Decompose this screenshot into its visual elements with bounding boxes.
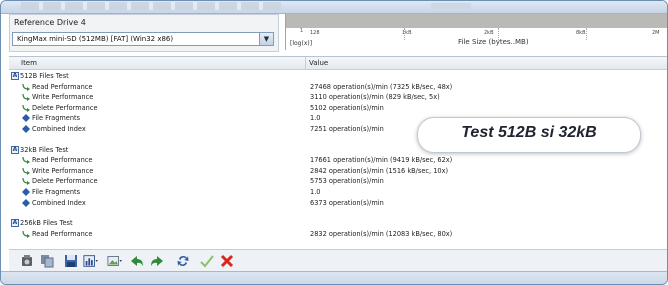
copy-icon[interactable]	[39, 253, 55, 269]
table-row[interactable]: Read Performance 17661 operation(s)/min (…	[9, 155, 667, 166]
row-label: Read Performance	[32, 156, 93, 165]
row-value: 5102 operation(s)/min	[310, 103, 384, 112]
row-label: Read Performance	[32, 229, 93, 238]
group-title: 32kB Files Test	[20, 145, 69, 154]
group-row[interactable]: A 512B Files Test	[9, 71, 667, 82]
scale-tick-label: 2kB	[484, 30, 494, 36]
row-label: Combined Index	[32, 198, 86, 207]
row-value: 1.0	[310, 114, 321, 123]
arrow-icon	[22, 156, 30, 165]
back-icon[interactable]	[129, 253, 145, 269]
status-bar	[1, 271, 667, 284]
group-title: 256kB Files Test	[20, 219, 73, 228]
row-value: 6373 operation(s)/min	[310, 198, 384, 207]
scale-x-label: File Size (bytes..MB)	[458, 38, 529, 46]
row-value: 27468 operation(s)/min (7325 kB/sec, 48x…	[310, 82, 453, 91]
diamond-icon	[22, 114, 30, 123]
row-value: 1.0	[310, 188, 321, 196]
check-icon[interactable]	[199, 253, 215, 269]
row-label: Read Performance	[32, 82, 93, 91]
group-icon: A	[11, 145, 19, 154]
refresh-icon[interactable]	[175, 253, 191, 269]
forward-icon[interactable]	[149, 253, 165, 269]
table-row[interactable]: Read Performance 2832 operation(s)/min (1…	[9, 229, 667, 240]
camera-icon[interactable]	[19, 253, 35, 269]
scale-tick-label: 128	[310, 30, 320, 36]
group-title: 512B Files Test	[20, 72, 69, 80]
caption-overlay: Test 512B si 32kB	[417, 117, 641, 153]
row-label: File Fragments	[32, 188, 81, 196]
table-row[interactable]: Delete Performance 5102 operation(s)/min	[9, 103, 667, 114]
scale-tick-label: 1	[300, 28, 304, 34]
row-label: Write Performance	[32, 93, 94, 102]
table-row[interactable]: Read Performance 27468 operation(s)/min (…	[9, 82, 667, 93]
table-row[interactable]: Write Performance 2842 operation(s)/min (…	[9, 166, 667, 177]
arrow-icon	[22, 104, 30, 112]
scale-gridline	[404, 28, 405, 40]
group-icon: A	[11, 219, 19, 228]
reference-label: Reference Drive 4	[14, 18, 86, 27]
cancel-icon[interactable]	[219, 253, 235, 269]
caption-text: Test 512B si 32kB	[461, 124, 597, 141]
scale-tick-label: 8kB	[576, 30, 586, 36]
diamond-icon	[22, 188, 30, 196]
table-row[interactable]: Combined Index 6373 operation(s)/min	[9, 198, 667, 209]
diamond-icon	[22, 198, 30, 207]
save-icon[interactable]	[63, 253, 79, 269]
chevron-down-icon[interactable]: ▼	[259, 33, 273, 45]
arrow-icon	[22, 83, 30, 91]
reference-panel: Reference Drive 4 KingMax mini-SD (512MB…	[9, 14, 279, 52]
column-header-item[interactable]: Item	[21, 59, 37, 67]
row-value: 7251 operation(s)/min	[310, 125, 384, 133]
table-row[interactable]: File Fragments 1.0	[9, 187, 667, 198]
table-row[interactable]: Write Performance 3110 operation(s)/min (…	[9, 92, 667, 103]
group-row[interactable]: A 256kB Files Test	[9, 218, 667, 229]
group-icon: A	[11, 72, 19, 80]
file-size-scale: 1 128 1kB 2kB 8kB 2M [log(x)] File Size …	[285, 14, 667, 50]
arrow-icon	[22, 230, 30, 238]
row-label: Combined Index	[32, 125, 86, 133]
row-label: Write Performance	[32, 166, 94, 175]
faded-header-text-right	[431, 3, 471, 9]
scale-gridline	[586, 28, 587, 40]
table-row[interactable]: Delete Performance 5753 operation(s)/min	[9, 176, 667, 187]
window: Reference Drive 4 KingMax mini-SD (512MB…	[0, 0, 668, 285]
scale-tick-label: 2M	[652, 30, 660, 36]
row-value: 17661 operation(s)/min (9419 kB/sec, 62x…	[310, 156, 453, 165]
reference-drive-value: KingMax mini-SD (512MB) [FAT] (Win32 x86…	[17, 35, 174, 43]
faded-header-text	[21, 2, 281, 10]
row-value: 3110 operation(s)/min (829 kB/sec, 5x)	[310, 93, 440, 102]
scale-y-label: [log(x)]	[290, 40, 313, 47]
image-icon[interactable]	[107, 253, 123, 269]
bottom-toolbar	[9, 249, 667, 272]
diamond-icon	[22, 125, 30, 133]
title-strip	[1, 1, 667, 14]
chart-icon[interactable]	[83, 253, 99, 269]
arrow-icon	[22, 167, 30, 175]
arrow-icon	[22, 177, 30, 186]
row-label: Delete Performance	[32, 177, 98, 186]
row-value: 2832 operation(s)/min (12083 kB/sec, 80x…	[310, 229, 453, 238]
row-value: 2842 operation(s)/min (1516 kB/sec, 10x)	[310, 166, 449, 175]
row-value: 5753 operation(s)/min	[310, 177, 384, 186]
column-divider[interactable]	[305, 57, 306, 69]
reference-drive-select[interactable]: KingMax mini-SD (512MB) [FAT] (Win32 x86…	[12, 32, 274, 46]
row-label: File Fragments	[32, 114, 81, 123]
table-header: Item Value	[9, 57, 667, 70]
row-label: Delete Performance	[32, 103, 98, 112]
arrow-icon	[22, 93, 30, 102]
scale-band	[286, 14, 667, 28]
column-header-value[interactable]: Value	[309, 59, 328, 67]
